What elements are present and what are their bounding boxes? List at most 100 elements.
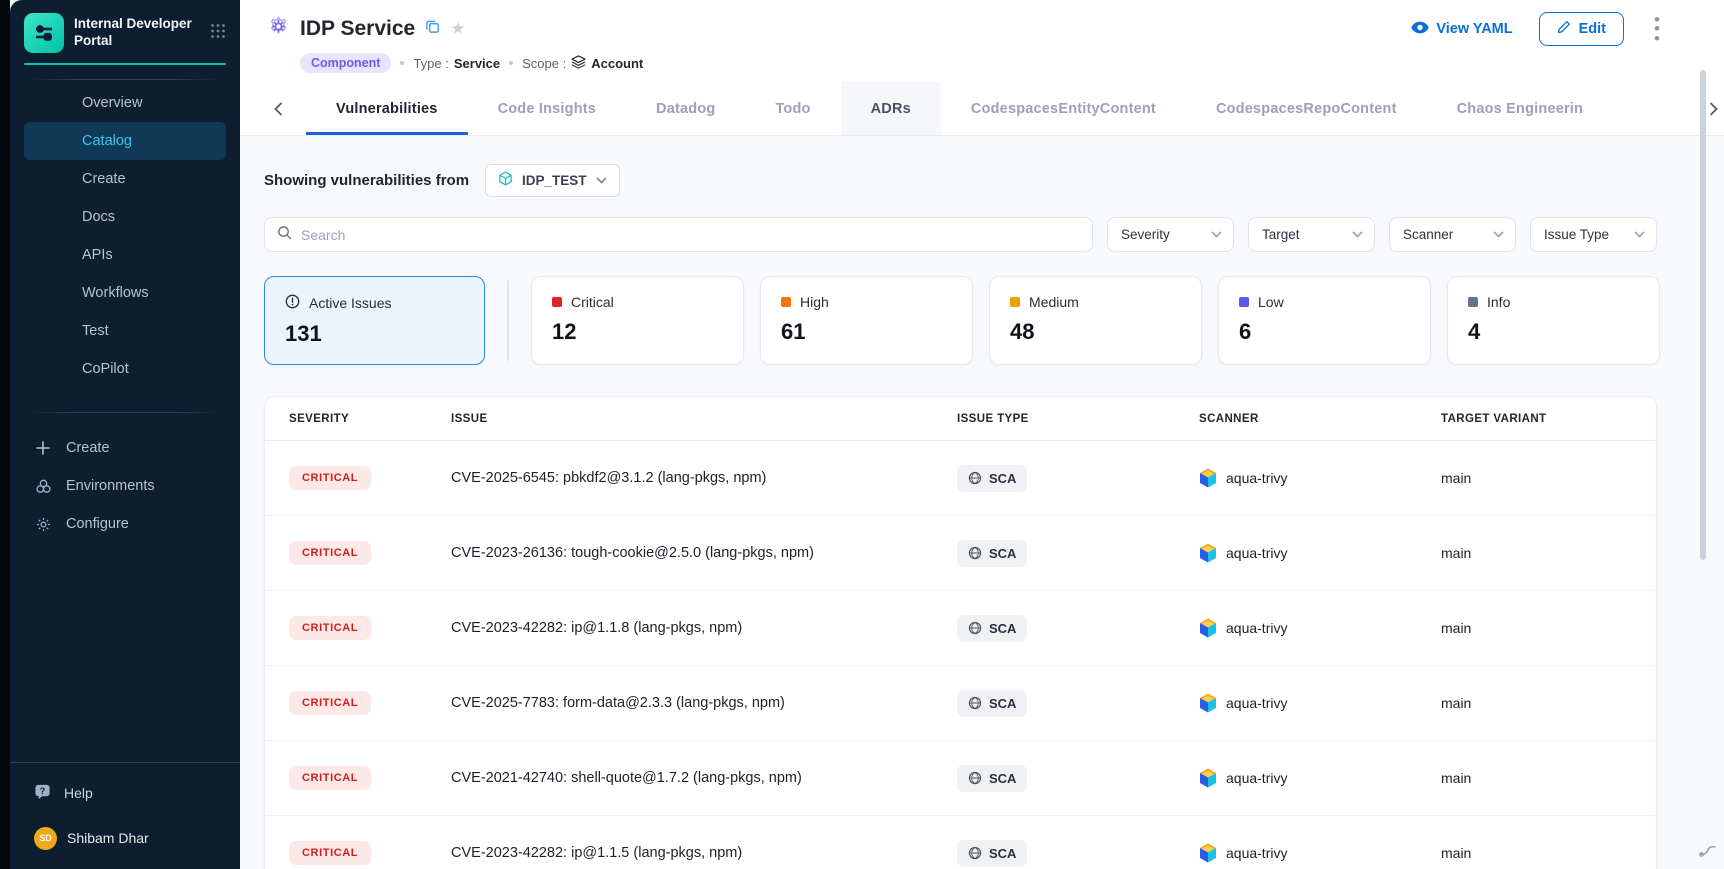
trivy-icon xyxy=(1199,843,1217,863)
left-rail xyxy=(0,0,10,869)
user-menu[interactable]: SD Shibam Dhar xyxy=(10,815,240,861)
card-low[interactable]: Low 6 xyxy=(1218,276,1431,365)
sidebar: Internal Developer Portal Overview Catal… xyxy=(10,0,240,869)
filter-issue-type-label: Issue Type xyxy=(1544,227,1609,242)
sidebar-environments-label: Environments xyxy=(66,478,155,494)
scanner-cell: aqua-trivy xyxy=(1199,543,1441,563)
portal-title: Internal Developer Portal xyxy=(74,16,192,50)
sidebar-item-overview[interactable]: Overview xyxy=(24,84,226,122)
card-medium-value: 48 xyxy=(1010,319,1181,345)
filter-severity[interactable]: Severity xyxy=(1107,217,1234,252)
tab-adrs[interactable]: ADRs xyxy=(841,82,941,135)
filter-scanner[interactable]: Scanner xyxy=(1389,217,1516,252)
view-yaml-link[interactable]: View YAML xyxy=(1411,21,1512,38)
sidebar-create-label: Create xyxy=(66,440,110,456)
search-icon xyxy=(277,225,292,245)
pencil-icon xyxy=(1557,20,1571,38)
severity-badge: CRITICAL xyxy=(289,466,371,490)
tabs-scroll-right-icon[interactable] xyxy=(1705,82,1718,135)
card-low-value: 6 xyxy=(1239,319,1410,345)
issue-type-chip: SCA xyxy=(957,540,1027,567)
table-row[interactable]: CRITICAL CVE-2025-6545: pbkdf2@3.1.2 (la… xyxy=(265,441,1656,516)
tabs-bar: Vulnerabilities Code Insights Datadog To… xyxy=(240,82,1724,136)
high-dot-icon xyxy=(781,297,791,307)
card-active-issues[interactable]: Active Issues 131 xyxy=(264,276,485,365)
tab-codespaces-entity-content[interactable]: CodespacesEntityContent xyxy=(941,82,1186,135)
sidebar-bottom: ? Help SD Shibam Dhar xyxy=(10,762,240,869)
scrollbar[interactable] xyxy=(1700,70,1706,560)
sidebar-item-copilot[interactable]: CoPilot xyxy=(24,350,226,388)
table-row[interactable]: CRITICAL CVE-2023-26136: tough-cookie@2.… xyxy=(265,516,1656,591)
tabs-scroll-left-icon[interactable] xyxy=(274,82,283,135)
filter-severity-label: Severity xyxy=(1121,227,1170,242)
help-button[interactable]: ? Help xyxy=(10,771,240,815)
target-variant: main xyxy=(1441,620,1656,636)
separator-dot xyxy=(509,61,513,65)
edit-label: Edit xyxy=(1579,21,1606,37)
sidebar-item-catalog[interactable]: Catalog xyxy=(24,122,226,160)
severity-badge: CRITICAL xyxy=(289,841,371,865)
issue-text: CVE-2021-42740: shell-quote@1.7.2 (lang-… xyxy=(451,770,957,786)
environments-icon xyxy=(34,478,52,495)
tab-code-insights[interactable]: Code Insights xyxy=(468,82,626,135)
apps-grid-icon[interactable] xyxy=(210,23,226,44)
table-header-row: SEVERITY ISSUE ISSUE TYPE SCANNER TARGET… xyxy=(265,397,1656,441)
project-name: IDP_TEST xyxy=(522,173,587,188)
table-row[interactable]: CRITICAL CVE-2023-42282: ip@1.1.5 (lang-… xyxy=(265,816,1656,869)
table-row[interactable]: CRITICAL CVE-2021-42740: shell-quote@1.7… xyxy=(265,741,1656,816)
card-info[interactable]: Info 4 xyxy=(1447,276,1660,365)
issues-table: SEVERITY ISSUE ISSUE TYPE SCANNER TARGET… xyxy=(264,396,1657,869)
sidebar-environments-button[interactable]: Environments xyxy=(10,467,240,505)
sca-icon xyxy=(968,696,982,710)
sidebar-header: Internal Developer Portal xyxy=(10,0,240,53)
tab-chaos-engineering[interactable]: Chaos Engineerin xyxy=(1427,82,1583,135)
search-input[interactable] xyxy=(301,227,1080,243)
sidebar-item-workflows[interactable]: Workflows xyxy=(24,274,226,312)
tab-datadog[interactable]: Datadog xyxy=(626,82,745,135)
filter-scanner-label: Scanner xyxy=(1403,227,1453,242)
sidebar-item-apis[interactable]: APIs xyxy=(24,236,226,274)
component-gear-icon xyxy=(267,15,290,43)
sidebar-item-test[interactable]: Test xyxy=(24,312,226,350)
filter-issue-type[interactable]: Issue Type xyxy=(1530,217,1657,252)
card-high[interactable]: High 61 xyxy=(760,276,973,365)
tab-todo[interactable]: Todo xyxy=(745,82,840,135)
target-variant: main xyxy=(1441,470,1656,486)
sidebar-configure-button[interactable]: Configure xyxy=(10,505,240,543)
tab-codespaces-repo-content[interactable]: CodespacesRepoContent xyxy=(1186,82,1427,135)
tab-vulnerabilities[interactable]: Vulnerabilities xyxy=(306,82,468,135)
entity-header: IDP Service ★ View YAML Ed xyxy=(240,0,1724,82)
sca-icon xyxy=(968,621,982,635)
card-critical[interactable]: Critical 12 xyxy=(531,276,744,365)
severity-badge: CRITICAL xyxy=(289,616,371,640)
sidebar-item-docs[interactable]: Docs xyxy=(24,198,226,236)
gear-icon xyxy=(34,516,52,533)
severity-badge: CRITICAL xyxy=(289,541,371,565)
project-select[interactable]: IDP_TEST xyxy=(485,164,620,197)
idp-logo-icon xyxy=(24,13,64,53)
copy-icon[interactable] xyxy=(425,19,440,39)
feedback-widget-icon[interactable] xyxy=(1698,840,1718,865)
sidebar-bottom-divider xyxy=(10,762,240,763)
plus-icon xyxy=(34,441,52,455)
edit-button[interactable]: Edit xyxy=(1539,12,1624,46)
scope-label: Scope : xyxy=(522,56,566,71)
more-options-icon[interactable]: ••• xyxy=(1650,15,1664,43)
low-dot-icon xyxy=(1239,297,1249,307)
issue-type-chip: SCA xyxy=(957,465,1027,492)
filter-target[interactable]: Target xyxy=(1248,217,1375,252)
showing-vulnerabilities-label: Showing vulnerabilities from xyxy=(264,172,469,189)
card-medium[interactable]: Medium 48 xyxy=(989,276,1202,365)
filter-target-label: Target xyxy=(1262,227,1300,242)
target-variant: main xyxy=(1441,845,1656,861)
col-scanner: SCANNER xyxy=(1199,413,1441,425)
favorite-star-icon[interactable]: ★ xyxy=(450,19,465,39)
target-variant: main xyxy=(1441,770,1656,786)
scope-value: Account xyxy=(591,56,643,71)
table-row[interactable]: CRITICAL CVE-2023-42282: ip@1.1.8 (lang-… xyxy=(265,591,1656,666)
trivy-icon xyxy=(1199,693,1217,713)
sidebar-create-button[interactable]: Create xyxy=(10,429,240,467)
sidebar-item-create[interactable]: Create xyxy=(24,160,226,198)
table-row[interactable]: CRITICAL CVE-2025-7783: form-data@2.3.3 … xyxy=(265,666,1656,741)
issue-text: CVE-2023-42282: ip@1.1.5 (lang-pkgs, npm… xyxy=(451,845,957,861)
